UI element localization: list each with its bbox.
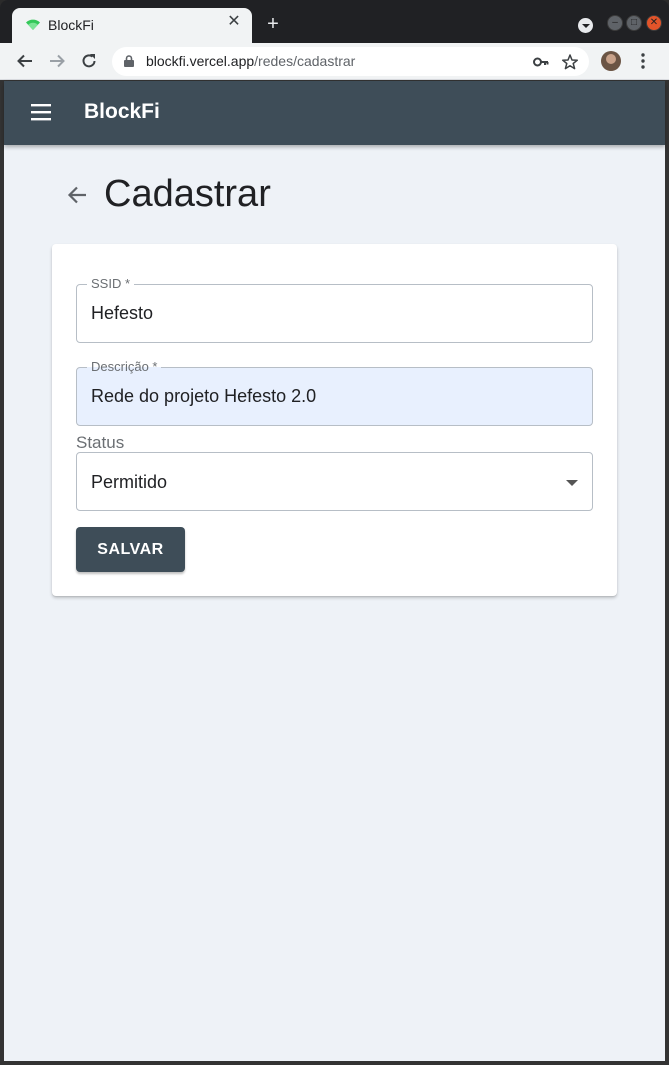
new-tab-button[interactable]: + — [264, 14, 282, 34]
page-viewport: BlockFi Cadastrar SSID * Hefesto Descriç… — [4, 81, 665, 1061]
tab-close-icon[interactable]: ✕ — [226, 14, 242, 30]
app-title: BlockFi — [84, 100, 160, 123]
address-bar[interactable]: blockfi.vercel.app/redes/cadastrar — [112, 47, 589, 76]
key-icon[interactable] — [533, 55, 549, 69]
browser-menu-icon[interactable] — [636, 52, 650, 70]
browser-tab[interactable]: BlockFi ✕ — [12, 8, 252, 43]
status-selected-value: Permitido — [91, 472, 168, 492]
hamburger-menu-icon[interactable] — [31, 103, 53, 121]
back-arrow-icon[interactable] — [16, 52, 34, 70]
browser-window: BlockFi ✕ + – □ ✕ blockfi.vercel.app/red… — [0, 0, 669, 1065]
forward-arrow-icon[interactable] — [48, 52, 66, 70]
save-button[interactable]: SALVAR — [76, 527, 185, 572]
url-text: blockfi.vercel.app/redes/cadastrar — [146, 53, 355, 69]
lock-icon — [124, 55, 134, 67]
url-path: /redes/cadastrar — [254, 53, 356, 69]
ssid-label: SSID * — [87, 276, 135, 292]
bookmark-star-icon[interactable] — [561, 53, 579, 71]
descricao-label: Descrição * — [87, 359, 162, 375]
back-arrow-icon[interactable] — [66, 184, 88, 206]
url-host: blockfi.vercel.app — [146, 53, 255, 69]
status-select[interactable]: Permitido — [76, 452, 593, 511]
maximize-window-button[interactable]: □ — [626, 15, 642, 31]
ssid-field[interactable]: SSID * Hefesto — [76, 276, 593, 343]
descricao-field[interactable]: Descrição * Rede do projeto Hefesto 2.0 — [76, 359, 593, 426]
app-bar: BlockFi — [4, 81, 665, 145]
minimize-window-button[interactable]: – — [607, 15, 623, 31]
tab-title: BlockFi — [48, 17, 94, 33]
tab-search-icon[interactable] — [578, 18, 593, 33]
dropdown-caret-icon — [566, 480, 578, 486]
form-card: SSID * Hefesto Descrição * Rede do proje… — [52, 244, 617, 596]
profile-avatar[interactable] — [601, 51, 621, 71]
close-window-button[interactable]: ✕ — [646, 15, 662, 31]
page-title: Cadastrar — [104, 173, 271, 215]
status-label: Status — [76, 433, 125, 452]
tab-strip: BlockFi ✕ + – □ ✕ — [0, 0, 669, 43]
wifi-icon — [26, 19, 40, 30]
ssid-input[interactable]: Hefesto — [91, 303, 153, 324]
browser-toolbar: blockfi.vercel.app/redes/cadastrar — [0, 43, 669, 80]
descricao-input[interactable]: Rede do projeto Hefesto 2.0 — [91, 386, 316, 407]
reload-icon[interactable] — [80, 52, 98, 70]
